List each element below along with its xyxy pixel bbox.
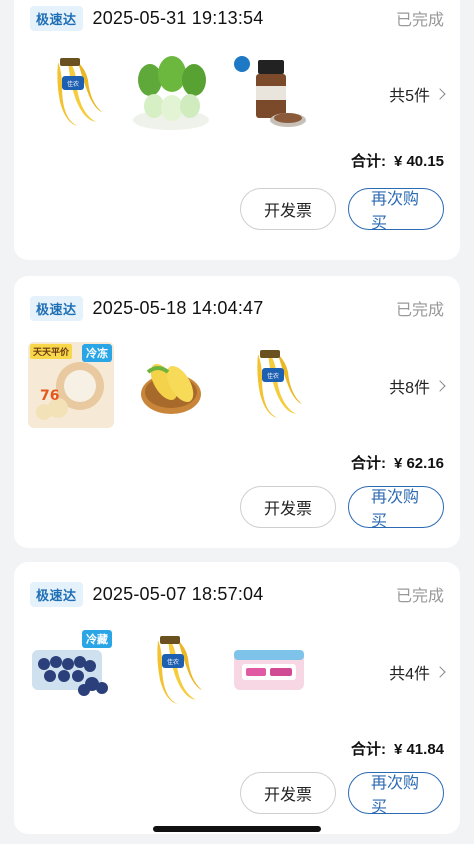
item-count-label: 共5件 xyxy=(389,88,430,105)
rebuy-button[interactable]: 再次购买 xyxy=(348,188,444,232)
promo-tag: 天天平价 xyxy=(30,344,73,359)
order-time: 2025-05-31 19:13:54 xyxy=(92,7,264,28)
goods-thumbnails[interactable]: 76 天天平价 冷冻 佳农 xyxy=(28,342,328,428)
goods-thumbnails[interactable]: 佳农 xyxy=(28,50,328,136)
order-total: 合计: ¥ 41.84 xyxy=(351,738,444,759)
delivery-badge: 极速达 xyxy=(30,5,83,31)
invoice-button[interactable]: 开发票 xyxy=(240,486,336,528)
pad-pack-icon[interactable] xyxy=(228,628,314,714)
invoice-button[interactable]: 开发票 xyxy=(240,188,336,230)
rebuy-button[interactable]: 再次购买 xyxy=(348,486,444,530)
order-header: 极速达 2025-05-18 14:04:47 已完成 xyxy=(30,290,444,326)
corn-icon[interactable] xyxy=(128,342,214,428)
rebuy-button[interactable]: 再次购买 xyxy=(348,772,444,816)
home-indicator[interactable] xyxy=(153,826,321,832)
delivery-badge: 极速达 xyxy=(30,295,83,321)
svg-text:佳农: 佳农 xyxy=(67,80,79,88)
goods-thumbnails[interactable]: 冷藏 佳农 xyxy=(28,628,328,714)
chevron-right-icon xyxy=(434,380,446,392)
order-status: 已完成 xyxy=(395,12,444,29)
banana-icon[interactable]: 佳农 xyxy=(128,628,214,714)
order-status: 已完成 xyxy=(395,302,444,319)
total-label: 合计: xyxy=(350,153,386,170)
order-time: 2025-05-07 18:57:04 xyxy=(92,583,264,604)
order-total: 合计: ¥ 40.15 xyxy=(351,150,444,171)
total-amount: ¥ 40.15 xyxy=(393,153,444,170)
invoice-button[interactable]: 开发票 xyxy=(240,772,336,814)
order-card[interactable]: 极速达 2025-05-07 18:57:04 已完成 冷藏 佳农 共4件 合计… xyxy=(14,562,460,834)
item-count[interactable]: 共5件 xyxy=(389,82,446,106)
order-header: 极速达 2025-05-07 18:57:04 已完成 xyxy=(30,576,444,612)
frozen-tag: 冷冻 xyxy=(82,344,112,362)
pastry-icon[interactable]: 76 天天平价 冷冻 xyxy=(28,342,114,428)
order-list-page: 极速达 2025-05-31 19:13:54 已完成 佳农 共5件 合计: ¥… xyxy=(0,0,474,844)
total-label: 合计: xyxy=(350,455,386,472)
order-actions: 开发票 再次购买 xyxy=(240,188,444,232)
order-header: 极速达 2025-05-31 19:13:54 已完成 xyxy=(30,0,444,36)
svg-text:佳农: 佳农 xyxy=(267,372,279,380)
order-card[interactable]: 极速达 2025-05-18 14:04:47 已完成 76 天天平价 冷冻 佳… xyxy=(14,276,460,548)
banana-icon[interactable]: 佳农 xyxy=(28,50,114,136)
order-time: 2025-05-18 14:04:47 xyxy=(92,297,264,318)
chevron-right-icon xyxy=(434,666,446,678)
banana-icon[interactable]: 佳农 xyxy=(228,342,314,428)
order-actions: 开发票 再次购买 xyxy=(240,486,444,530)
order-actions: 开发票 再次购买 xyxy=(240,772,444,816)
svg-text:76: 76 xyxy=(40,388,59,404)
item-count-label: 共8件 xyxy=(389,380,430,397)
seasoning-jar-icon[interactable] xyxy=(228,50,314,136)
svg-text:佳农: 佳农 xyxy=(167,658,179,666)
chevron-right-icon xyxy=(434,88,446,100)
total-amount: ¥ 62.16 xyxy=(393,455,444,472)
chilled-tag: 冷藏 xyxy=(82,630,112,648)
item-count-label: 共4件 xyxy=(389,666,430,683)
order-card[interactable]: 极速达 2025-05-31 19:13:54 已完成 佳农 共5件 合计: ¥… xyxy=(14,0,460,260)
total-label: 合计: xyxy=(350,741,386,758)
bok-choy-icon[interactable] xyxy=(128,50,214,136)
blueberry-icon[interactable]: 冷藏 xyxy=(28,628,114,714)
order-total: 合计: ¥ 62.16 xyxy=(351,452,444,473)
item-count[interactable]: 共8件 xyxy=(389,374,446,398)
order-status: 已完成 xyxy=(395,588,444,605)
delivery-badge: 极速达 xyxy=(30,581,83,607)
total-amount: ¥ 41.84 xyxy=(393,741,444,758)
item-count[interactable]: 共4件 xyxy=(389,660,446,684)
